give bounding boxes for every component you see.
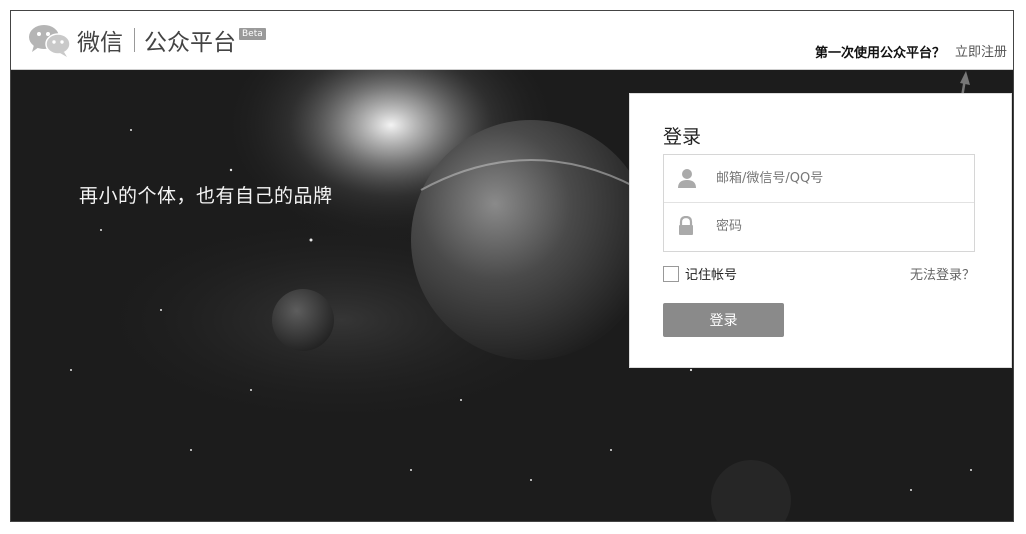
brand-name: 微信 <box>77 30 123 56</box>
username-field <box>664 155 974 203</box>
header: 微信 公众平台 Beta 第一次使用公众平台？ 立即注册 <box>11 11 1013 70</box>
password-input[interactable] <box>716 213 956 239</box>
brand-divider <box>134 28 135 52</box>
login-panel: 登录 记住帐号 无法登录？ 登录 <box>629 93 1012 368</box>
remember-label: 记住帐号 <box>685 268 738 283</box>
register-prompt: 第一次使用公众平台？ <box>815 46 946 61</box>
password-field <box>664 203 974 250</box>
user-icon <box>678 169 696 188</box>
app-frame: 微信 公众平台 Beta 第一次使用公众平台？ 立即注册 再小的个体，也有自己的… <box>10 10 1014 522</box>
login-form <box>663 154 975 252</box>
brand-subtitle: 公众平台 <box>144 30 236 56</box>
username-input[interactable] <box>716 165 956 191</box>
login-button[interactable]: 登录 <box>663 303 784 337</box>
register-link[interactable]: 立即注册 <box>955 41 1007 60</box>
lock-icon <box>679 216 693 235</box>
forgot-login-link[interactable]: 无法登录？ <box>910 264 975 283</box>
remember-checkbox[interactable] <box>663 266 679 282</box>
beta-badge: Beta <box>239 28 266 40</box>
login-title: 登录 <box>663 126 702 148</box>
hero-slogan: 再小的个体，也有自己的品牌 <box>79 185 333 207</box>
wechat-bubbles-icon <box>29 25 71 57</box>
